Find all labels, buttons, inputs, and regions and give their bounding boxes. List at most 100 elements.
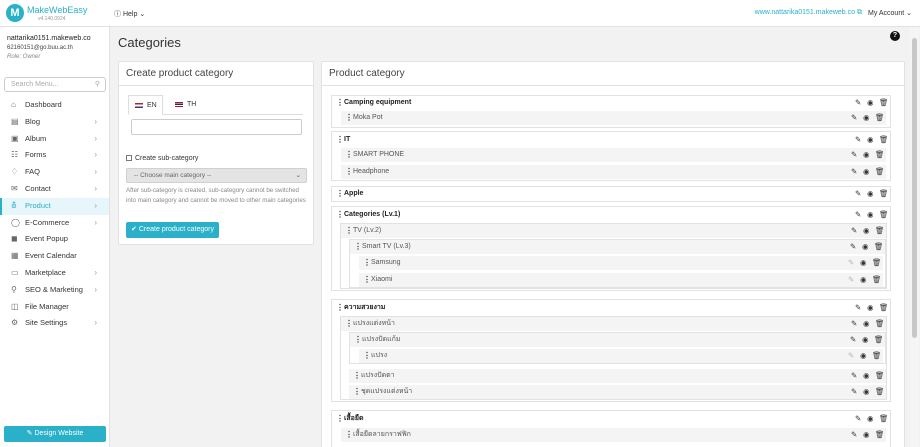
create-category-button[interactable]: ✔ Create product category — [126, 222, 219, 238]
category-row[interactable]: ⋮ แปรงปัดแก้ม ✎ ◉ 🗑 — [350, 333, 885, 347]
eye-icon[interactable]: ◉ — [863, 317, 870, 331]
category-row[interactable]: ⋮ TV (Lv.2) ✎ ◉ 🗑 — [341, 224, 886, 238]
category-row[interactable]: ⋮ SMART PHONE ✎ ◉ 🗑 — [341, 148, 886, 162]
category-row[interactable]: ⋮ Moka Pot ✎ ◉ 🗑 — [341, 111, 886, 125]
drag-handle-icon[interactable]: ⋮ — [336, 208, 344, 222]
trash-icon[interactable]: 🗑 — [875, 317, 885, 331]
sidebar-item-file-manager[interactable]: ◫ File Manager — [0, 299, 109, 316]
trash-icon[interactable]: 🗑 — [879, 133, 889, 147]
eye-icon[interactable]: ◉ — [862, 333, 869, 347]
eye-icon[interactable]: ◉ — [860, 256, 867, 270]
trash-icon[interactable]: 🗑 — [875, 385, 885, 399]
drag-handle-icon[interactable]: ⋮ — [354, 240, 362, 254]
category-row[interactable]: ⋮ Samsung ✎ ◉ 🗑 — [359, 256, 883, 270]
category-row[interactable]: ⋮ ชุดแปรงแต่งหน้า ✎ ◉ 🗑 — [349, 385, 886, 399]
trash-icon[interactable]: 🗑 — [879, 301, 889, 315]
trash-icon[interactable]: 🗑 — [879, 96, 889, 110]
sidebar-item-album[interactable]: ▣ Album › — [0, 131, 109, 148]
eye-icon[interactable]: ◉ — [863, 369, 870, 383]
trash-icon[interactable]: 🗑 — [875, 111, 885, 125]
trash-icon[interactable]: 🗑 — [875, 148, 885, 162]
scrollbar-thumb[interactable] — [912, 38, 917, 338]
category-row[interactable]: ⋮ Camping equipment ✎ ◉ 🗑 — [332, 96, 890, 110]
trash-icon[interactable]: 🗑 — [874, 333, 884, 347]
edit-icon[interactable]: ✎ — [855, 208, 861, 222]
tab-en[interactable]: EN — [128, 95, 163, 115]
category-row[interactable]: ⋮ Categories (Lv.1) ✎ ◉ 🗑 — [332, 208, 890, 222]
category-row[interactable]: ⋮ Xiaomi ✎ ◉ 🗑 — [359, 273, 883, 287]
trash-icon[interactable]: 🗑 — [879, 412, 889, 426]
edit-icon[interactable]: ✎ — [855, 133, 861, 147]
sidebar-item-blog[interactable]: ▤ Blog › — [0, 114, 109, 131]
site-link[interactable]: www.nattarika0151.makeweb.co ⧉ — [755, 9, 862, 17]
eye-icon[interactable]: ◉ — [867, 412, 874, 426]
category-row[interactable]: ⋮ แปรงแต่งหน้า ✎ ◉ 🗑 — [341, 317, 886, 331]
sidebar-item-marketplace[interactable]: ▭ Marketplace › — [0, 265, 109, 282]
edit-icon[interactable]: ✎ — [851, 224, 857, 238]
eye-icon[interactable]: ◉ — [863, 224, 870, 238]
edit-icon[interactable]: ✎ — [851, 165, 857, 179]
edit-icon[interactable]: ✎ — [851, 148, 857, 162]
edit-icon[interactable]: ✎ — [850, 240, 856, 254]
drag-handle-icon[interactable]: ⋮ — [336, 412, 344, 426]
edit-icon[interactable]: ✎ — [851, 369, 857, 383]
drag-handle-icon[interactable]: ⋮ — [336, 133, 344, 147]
drag-handle-icon[interactable]: ⋮ — [363, 256, 371, 270]
account-menu[interactable]: My Account ⌄ — [868, 9, 912, 17]
sidebar-item-ecommerce[interactable]: ◯ E-Commerce › — [0, 215, 109, 232]
drag-handle-icon[interactable]: ⋮ — [336, 301, 344, 315]
drag-handle-icon[interactable]: ⋮ — [345, 224, 353, 238]
sub-category-checkbox[interactable]: Create sub-category — [126, 155, 198, 162]
category-row[interactable]: ⋮ Headphone ✎ ◉ 🗑 — [341, 165, 886, 179]
trash-icon[interactable]: 🗑 — [875, 224, 885, 238]
design-website-button[interactable]: ✎ Design Website — [4, 426, 106, 442]
eye-icon[interactable]: ◉ — [860, 273, 867, 287]
edit-icon[interactable]: ✎ — [848, 273, 854, 287]
sidebar-item-contact[interactable]: ✉ Contact › — [0, 181, 109, 198]
category-row[interactable]: ⋮ แปรงปัดตา ✎ ◉ 🗑 — [349, 369, 886, 383]
category-name-input[interactable] — [131, 119, 302, 135]
eye-icon[interactable]: ◉ — [867, 301, 874, 315]
eye-icon[interactable]: ◉ — [863, 165, 870, 179]
edit-icon[interactable]: ✎ — [848, 256, 854, 270]
page-scrollbar[interactable] — [910, 28, 919, 447]
search-menu-input[interactable]: Search Menu... ⚲ — [4, 77, 106, 92]
trash-icon[interactable]: 🗑 — [875, 369, 885, 383]
trash-icon[interactable]: 🗑 — [874, 240, 884, 254]
drag-handle-icon[interactable]: ⋮ — [345, 165, 353, 179]
drag-handle-icon[interactable]: ⋮ — [353, 369, 361, 383]
trash-icon[interactable]: 🗑 — [875, 428, 885, 442]
category-row[interactable]: ⋮ Smart TV (Lv.3) ✎ ◉ 🗑 — [350, 240, 885, 254]
eye-icon[interactable]: ◉ — [863, 385, 870, 399]
trash-icon[interactable]: 🗑 — [879, 208, 889, 222]
eye-icon[interactable]: ◉ — [863, 111, 870, 125]
drag-handle-icon[interactable]: ⋮ — [345, 317, 353, 331]
drag-handle-icon[interactable]: ⋮ — [345, 111, 353, 125]
eye-icon[interactable]: ◉ — [860, 349, 867, 363]
eye-icon[interactable]: ◉ — [867, 187, 874, 201]
eye-icon[interactable]: ◉ — [867, 133, 874, 147]
eye-icon[interactable]: ◉ — [863, 428, 870, 442]
sidebar-item-seo-marketing[interactable]: ⚲ SEO & Marketing › — [0, 282, 109, 299]
drag-handle-icon[interactable]: ⋮ — [353, 385, 361, 399]
main-category-select[interactable]: -- Choose main category -- ⌄ — [126, 168, 307, 183]
drag-handle-icon[interactable]: ⋮ — [336, 187, 344, 201]
tab-th[interactable]: TH — [169, 95, 204, 115]
edit-icon[interactable]: ✎ — [855, 412, 861, 426]
trash-icon[interactable]: 🗑 — [872, 256, 882, 270]
drag-handle-icon[interactable]: ⋮ — [345, 148, 353, 162]
eye-icon[interactable]: ◉ — [862, 240, 869, 254]
sidebar-item-faq[interactable]: ♢ FAQ › — [0, 164, 109, 181]
drag-handle-icon[interactable]: ⋮ — [345, 428, 353, 442]
question-icon[interactable]: ? — [890, 31, 900, 41]
sidebar-item-event-calendar[interactable]: ▦ Event Calendar — [0, 248, 109, 265]
sidebar-item-site-settings[interactable]: ⚙ Site Settings › — [0, 315, 109, 332]
brand-logo[interactable]: M — [6, 4, 24, 22]
eye-icon[interactable]: ◉ — [863, 148, 870, 162]
trash-icon[interactable]: 🗑 — [875, 165, 885, 179]
edit-icon[interactable]: ✎ — [851, 111, 857, 125]
category-row[interactable]: ⋮ เสื้อยืด ✎ ◉ 🗑 — [332, 412, 890, 426]
category-row[interactable]: ⋮ Apple ✎ ◉ 🗑 — [332, 187, 890, 201]
help-menu[interactable]: ⓘ Help ⌄ — [114, 9, 145, 19]
drag-handle-icon[interactable]: ⋮ — [363, 349, 371, 363]
